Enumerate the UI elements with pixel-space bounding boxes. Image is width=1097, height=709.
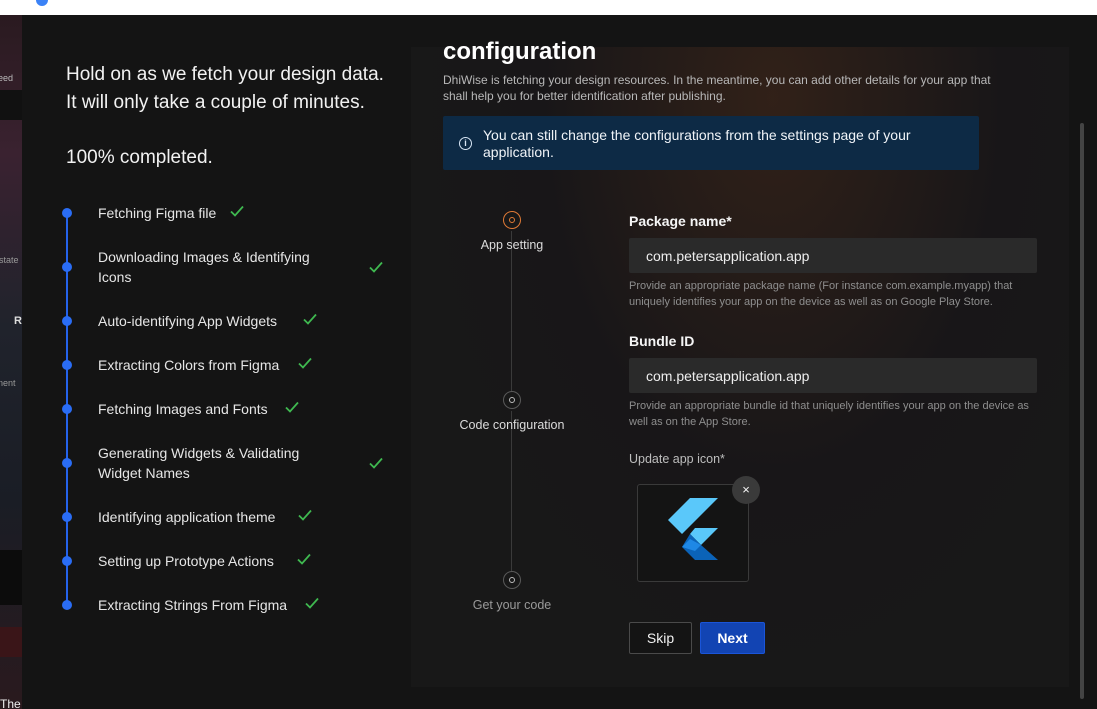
bundle-id-label: Bundle ID: [629, 333, 695, 349]
package-name-hint: Provide an appropriate package name (For…: [629, 280, 1013, 308]
check-icon: [230, 205, 244, 217]
background-band: [0, 550, 22, 605]
info-banner: i You can still change the configuration…: [443, 116, 979, 170]
wizard-step-app-setting-icon[interactable]: [503, 211, 521, 229]
background-text: nent: [0, 378, 16, 388]
step-bullet-icon: [62, 262, 72, 272]
check-icon: [303, 313, 317, 325]
fetch-design-modal: Hold on as we fetch your design data. It…: [22, 15, 1097, 709]
fetch-step-label: Downloading Images & Identifying Icons: [98, 249, 310, 285]
info-icon: i: [459, 137, 472, 150]
skip-button[interactable]: Skip: [629, 622, 692, 654]
background-band: [0, 627, 22, 657]
fetch-step-label: Identifying application theme: [98, 509, 276, 525]
step-bullet-icon: [62, 512, 72, 522]
configuration-description: DhiWise is fetching your design resource…: [443, 73, 991, 103]
screen: eed state R nent The Hold on as we fetch…: [0, 0, 1097, 709]
step-bullet-icon: [62, 404, 72, 414]
background-text: The: [0, 697, 21, 709]
fetch-status-title: Hold on as we fetch your design data. It…: [66, 64, 384, 113]
background-text: eed: [0, 73, 14, 83]
check-icon: [298, 357, 312, 369]
browser-favicon-icon: [36, 0, 48, 6]
fetch-step-label: Fetching Images and Fonts: [98, 401, 268, 417]
fetch-steps-timeline: Fetching Figma file Downloading Images &…: [62, 205, 406, 615]
background-band: [0, 90, 22, 120]
fetch-step-label: Generating Widgets & Validating Widget N…: [98, 445, 300, 481]
wizard-step-get-code-icon[interactable]: [503, 571, 521, 589]
step-bullet-icon: [62, 600, 72, 610]
step-bullet-icon: [62, 316, 72, 326]
fetch-progress-text: 100% completed.: [66, 147, 213, 168]
fetch-step-label: Setting up Prototype Actions: [98, 553, 274, 569]
step-bullet-icon: [62, 458, 72, 468]
check-icon: [297, 553, 311, 565]
scrollbar[interactable]: [1080, 123, 1084, 699]
flutter-logo-icon: [668, 498, 718, 560]
wizard-connector: [511, 231, 512, 393]
wizard-connector: [511, 411, 512, 573]
check-icon: [305, 597, 319, 609]
check-icon: [285, 401, 299, 413]
bundle-id-hint: Provide an appropriate bundle id that un…: [629, 400, 1029, 428]
app-icon-upload[interactable]: [637, 484, 749, 582]
app-icon-label: Update app icon*: [629, 452, 725, 466]
info-banner-text: You can still change the configurations …: [483, 127, 911, 160]
background-page-strip: eed state R nent The: [0, 15, 22, 709]
step-bullet-icon: [62, 360, 72, 370]
browser-top-bar: [0, 0, 1097, 15]
wizard-step-get-code-label[interactable]: Get your code: [442, 598, 582, 612]
package-name-label: Package name*: [629, 213, 732, 229]
check-icon: [369, 261, 383, 273]
bundle-id-input[interactable]: [629, 358, 1037, 393]
fetch-step-label: Fetching Figma file: [98, 205, 217, 221]
wizard-step-app-setting-label[interactable]: App setting: [442, 238, 582, 252]
fetch-step-label: Extracting Strings From Figma: [98, 597, 288, 613]
fetch-step-label: Extracting Colors from Figma: [98, 357, 280, 373]
wizard-step-code-configuration-icon[interactable]: [503, 391, 521, 409]
next-button[interactable]: Next: [700, 622, 765, 654]
background-text: state: [0, 255, 19, 265]
step-bullet-icon: [62, 556, 72, 566]
fetch-step-label: Auto-identifying App Widgets: [98, 313, 277, 329]
check-icon: [298, 509, 312, 521]
package-name-input[interactable]: [629, 238, 1037, 273]
background-text: R: [14, 315, 22, 327]
check-icon: [369, 457, 383, 469]
step-bullet-icon: [62, 208, 72, 218]
configuration-title: configuration: [443, 38, 597, 65]
wizard-step-code-configuration-label[interactable]: Code configuration: [442, 418, 582, 432]
remove-icon-button[interactable]: ×: [732, 476, 760, 504]
